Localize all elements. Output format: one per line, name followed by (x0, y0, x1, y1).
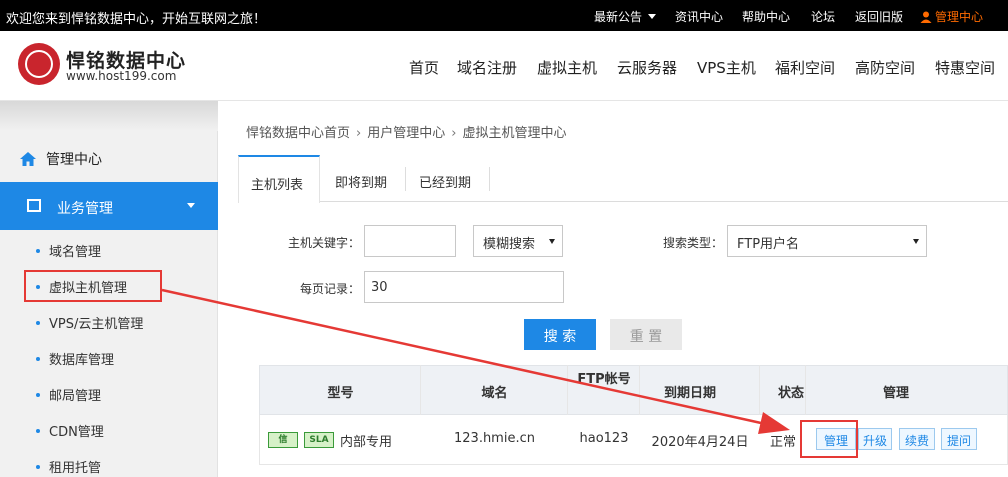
site-url: www.host199.com (66, 69, 177, 83)
admin-center-link[interactable]: 管理中心 (920, 8, 983, 25)
match-mode-select[interactable]: 模糊搜索 (473, 225, 563, 257)
keyword-input[interactable] (364, 225, 456, 257)
annotation-highlight-sidebar (24, 270, 162, 302)
top-bar: 欢迎您来到悍铭数据中心，开始互联网之旅！ 最新公告 资讯中心 帮助中心 论坛 返… (0, 0, 1008, 31)
column-header-domain: 域名 (481, 386, 508, 401)
old-version-link[interactable]: 返回旧版 (855, 8, 903, 25)
sidebar-item-admin-center[interactable]: 管理中心 (20, 149, 102, 169)
tab-bar: 主机列表 即将到期 已经到期 (238, 155, 1008, 203)
per-page-label: 每页记录： (300, 282, 361, 296)
help-center-link[interactable]: 帮助中心 (742, 8, 790, 25)
nav-special-space[interactable]: 特惠空间 (935, 57, 995, 78)
chevron-right-icon: › (451, 126, 457, 141)
cell-ftp: hao123 (579, 431, 629, 446)
search-type-select[interactable]: FTP用户名 (727, 225, 927, 257)
sidebar-item-cdn[interactable]: CDN管理 (36, 421, 104, 440)
column-header-expiry: 到期日期 (663, 386, 716, 401)
latest-notice-menu[interactable]: 最新公告 (594, 8, 657, 25)
reset-button[interactable]: 重 置 (610, 319, 682, 350)
cell-model: 内部专用 (340, 435, 393, 450)
nav-ddos-space[interactable]: 高防空间 (855, 57, 915, 78)
breadcrumb-home[interactable]: 悍铭数据中心首页 (246, 126, 350, 141)
chevron-down-icon (549, 239, 555, 244)
sidebar-item-domain[interactable]: 域名管理 (36, 241, 101, 260)
keyword-label: 主机关键字： (288, 236, 361, 250)
credit-badge-icon: 信 (268, 432, 298, 448)
news-center-link[interactable]: 资讯中心 (675, 8, 723, 25)
column-header-ftp: FTP帐号 (577, 372, 631, 387)
sidebar-item-hosting[interactable]: 租用托管 (36, 457, 101, 476)
nav-welfare-space[interactable]: 福利空间 (775, 57, 835, 78)
nav-cloud-server[interactable]: 云服务器 (617, 57, 677, 78)
column-header-manage: 管理 (882, 386, 909, 401)
host-table: 型号 域名 FTP帐号 到期日期 状态 管理 信 SLA 内部专用 123.hm… (259, 365, 1008, 477)
chevron-down-icon (187, 203, 195, 208)
sidebar-section-business[interactable]: 业务管理 (0, 182, 218, 230)
annotation-highlight-manage (800, 420, 858, 458)
tab-expired[interactable]: 已经到期 (419, 155, 471, 202)
welcome-text: 欢迎您来到悍铭数据中心，开始互联网之旅！ (6, 12, 267, 27)
sidebar-item-database[interactable]: 数据库管理 (36, 349, 114, 368)
search-type-label: 搜索类型： (663, 236, 724, 250)
chevron-down-icon (648, 14, 657, 19)
nav-domain-register[interactable]: 域名注册 (457, 57, 517, 78)
breadcrumb-user-center[interactable]: 用户管理中心 (367, 126, 445, 141)
sidebar-item-mail[interactable]: 邮局管理 (36, 385, 101, 404)
chevron-down-icon (913, 239, 919, 244)
table-header: 型号 域名 FTP帐号 到期日期 状态 管理 (259, 365, 1008, 415)
sidebar-item-vps[interactable]: VPS/云主机管理 (36, 313, 143, 332)
column-header-model: 型号 (327, 386, 354, 401)
user-icon (920, 11, 932, 23)
nav-virtual-host[interactable]: 虚拟主机 (537, 57, 597, 78)
tab-expiring-soon[interactable]: 即将到期 (335, 155, 387, 202)
nav-vps[interactable]: VPS主机 (697, 57, 756, 78)
table-row: 信 SLA 内部专用 123.hmie.cn hao123 2020年4月24日… (259, 415, 1008, 465)
grid-icon (27, 199, 41, 212)
upgrade-button[interactable]: 升级 (858, 428, 892, 450)
cell-expiry: 2020年4月24日 (651, 435, 749, 450)
forum-link[interactable]: 论坛 (811, 8, 835, 25)
logo-icon[interactable] (18, 43, 60, 85)
sla-badge-icon: SLA (304, 432, 334, 448)
per-page-input[interactable] (364, 271, 564, 303)
site-header: 悍铭数据中心 www.host199.com 首页 域名注册 虚拟主机 云服务器… (0, 31, 1008, 101)
renew-button[interactable]: 续费 (899, 428, 935, 450)
tab-host-list[interactable]: 主机列表 (238, 155, 320, 203)
search-button[interactable]: 搜 索 (524, 319, 596, 350)
home-icon (20, 152, 36, 166)
breadcrumb-current: 虚拟主机管理中心 (462, 126, 567, 141)
chevron-right-icon: › (356, 126, 362, 141)
cell-domain: 123.hmie.cn (454, 431, 535, 446)
question-button[interactable]: 提问 (941, 428, 977, 450)
breadcrumb: 悍铭数据中心首页 › 用户管理中心 › 虚拟主机管理中心 (246, 122, 566, 141)
nav-home[interactable]: 首页 (409, 57, 439, 78)
